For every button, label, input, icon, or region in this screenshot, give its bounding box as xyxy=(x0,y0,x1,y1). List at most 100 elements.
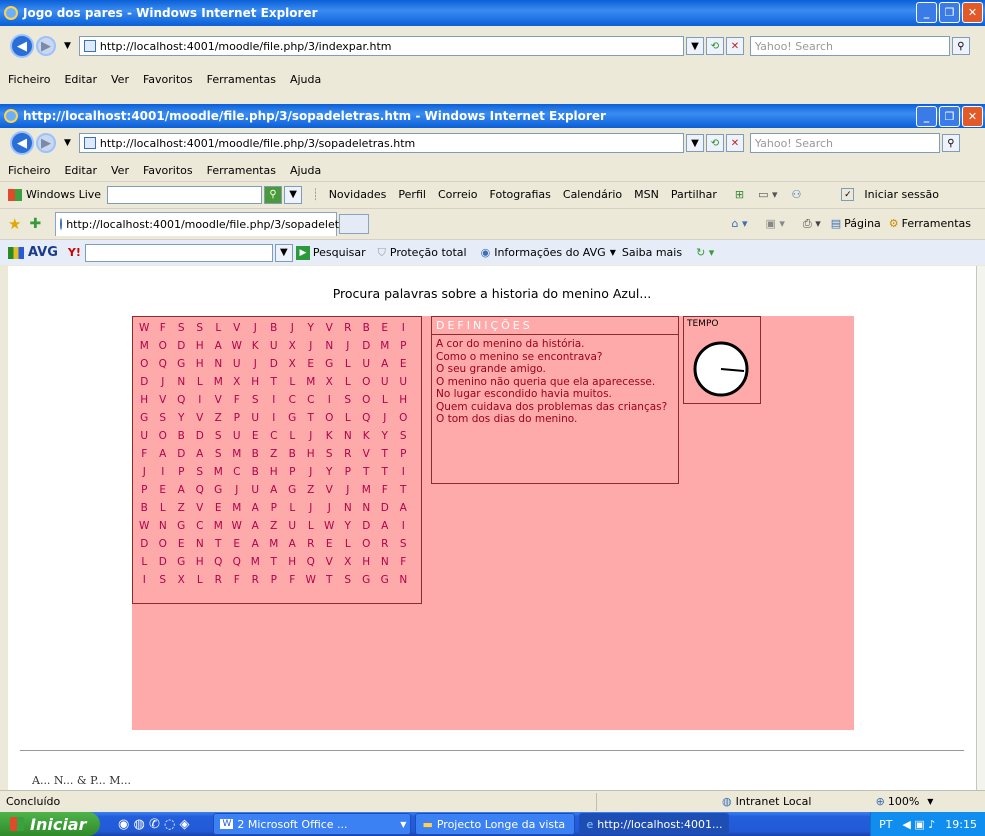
avg-search-input[interactable] xyxy=(84,243,273,262)
avg-info-link[interactable]: Informações do AVG xyxy=(494,246,605,259)
back-search-field[interactable]: Yahoo! Search xyxy=(749,36,950,56)
grid-letter[interactable]: H xyxy=(191,553,210,571)
back-menu-ver[interactable]: Ver xyxy=(111,73,129,86)
grid-letter[interactable]: G xyxy=(357,571,376,589)
live-link-calendario[interactable]: Calendário xyxy=(563,188,622,201)
tray-icons[interactable]: ◀ ▣ ♪ xyxy=(902,818,935,831)
grid-letter[interactable]: Q xyxy=(191,481,210,499)
grid-letter[interactable]: U xyxy=(228,355,247,373)
grid-letter[interactable]: R xyxy=(302,535,321,553)
grid-letter[interactable]: O xyxy=(357,373,376,391)
grid-letter[interactable]: B xyxy=(246,445,265,463)
menu-favoritos[interactable]: Favoritos xyxy=(143,164,193,177)
avg-search-button[interactable]: Pesquisar xyxy=(313,246,366,259)
grid-letter[interactable]: H xyxy=(302,445,321,463)
grid-letter[interactable]: B xyxy=(283,445,302,463)
grid-letter[interactable]: Y xyxy=(339,517,358,535)
grid-letter[interactable]: G xyxy=(172,517,191,535)
grid-letter[interactable]: I xyxy=(320,391,339,409)
grid-letter[interactable]: G xyxy=(283,481,302,499)
grid-letter[interactable]: U xyxy=(357,355,376,373)
grid-letter[interactable]: I xyxy=(265,409,284,427)
grid-letter[interactable]: W xyxy=(228,337,247,355)
grid-letter[interactable]: I xyxy=(394,319,413,337)
grid-letter[interactable]: T xyxy=(265,373,284,391)
grid-letter[interactable]: R xyxy=(376,535,395,553)
grid-letter[interactable]: L xyxy=(154,499,173,517)
front-search-field[interactable]: Yahoo! Search xyxy=(749,133,940,153)
grid-letter[interactable]: E xyxy=(320,535,339,553)
grid-letter[interactable]: H xyxy=(246,373,265,391)
task-word[interactable]: W 2 Microsoft Office ... ▼ xyxy=(213,813,412,835)
grid-letter[interactable]: T xyxy=(376,463,395,481)
grid-letter[interactable]: L xyxy=(283,427,302,445)
grid-letter[interactable]: U xyxy=(394,373,413,391)
back-arrow-icon[interactable]: ◀ xyxy=(10,131,34,155)
grid-letter[interactable]: B xyxy=(265,319,284,337)
back-window-titlebar[interactable]: Jogo dos pares - Windows Internet Explor… xyxy=(0,0,985,26)
grid-letter[interactable]: E xyxy=(302,355,321,373)
grid-letter[interactable]: O xyxy=(135,355,154,373)
grid-letter[interactable]: A xyxy=(265,481,284,499)
grid-letter[interactable]: D xyxy=(265,355,284,373)
grid-letter[interactable]: H xyxy=(135,391,154,409)
maximize-icon[interactable]: ❐ xyxy=(939,2,960,23)
grid-letter[interactable]: U xyxy=(246,409,265,427)
grid-letter[interactable]: Q xyxy=(302,553,321,571)
grid-letter[interactable]: G xyxy=(283,409,302,427)
grid-letter[interactable]: A xyxy=(209,337,228,355)
zoom-level[interactable]: 100% xyxy=(888,795,919,808)
grid-letter[interactable]: N xyxy=(394,571,413,589)
grid-letter[interactable]: O xyxy=(154,535,173,553)
menu-ver[interactable]: Ver xyxy=(111,164,129,177)
grid-letter[interactable]: J xyxy=(154,373,173,391)
grid-letter[interactable]: M xyxy=(209,517,228,535)
avg-extra-icon[interactable]: ↻ ▾ xyxy=(696,246,714,259)
grid-letter[interactable]: M xyxy=(265,535,284,553)
grid-letter[interactable]: R xyxy=(339,319,358,337)
grid-letter[interactable]: S xyxy=(320,445,339,463)
avg-label[interactable]: AVG xyxy=(28,245,58,260)
grid-letter[interactable]: N xyxy=(339,427,358,445)
vertical-scrollbar[interactable] xyxy=(976,266,985,790)
grid-letter[interactable]: M xyxy=(228,445,247,463)
grid-letter[interactable]: Q xyxy=(172,391,191,409)
share-icon[interactable]: ⊞ xyxy=(735,188,744,201)
grid-letter[interactable]: E xyxy=(376,319,395,337)
grid-letter[interactable]: A xyxy=(172,481,191,499)
grid-letter[interactable]: W xyxy=(320,517,339,535)
grid-letter[interactable]: L xyxy=(209,319,228,337)
grid-letter[interactable]: B xyxy=(246,463,265,481)
grid-letter[interactable]: N xyxy=(339,499,358,517)
maximize-icon[interactable]: ❐ xyxy=(939,106,960,127)
home-icon[interactable]: ⌂ ▾ xyxy=(731,217,747,230)
grid-letter[interactable]: H xyxy=(394,391,413,409)
grid-letter[interactable]: V xyxy=(191,499,210,517)
grid-letter[interactable]: Y xyxy=(320,463,339,481)
grid-letter[interactable]: X xyxy=(320,373,339,391)
grid-letter[interactable]: C xyxy=(283,391,302,409)
grid-letter[interactable]: G xyxy=(209,481,228,499)
grid-letter[interactable]: T xyxy=(376,445,395,463)
grid-letter[interactable]: Z xyxy=(265,445,284,463)
grid-letter[interactable]: S xyxy=(339,571,358,589)
close-icon[interactable]: ✕ xyxy=(962,2,983,23)
grid-letter[interactable]: I xyxy=(394,517,413,535)
grid-letter[interactable]: V xyxy=(320,481,339,499)
grid-letter[interactable]: M xyxy=(376,337,395,355)
grid-letter[interactable]: C xyxy=(265,427,284,445)
zoom-dropdown-icon[interactable]: ▼ xyxy=(927,797,933,806)
grid-letter[interactable]: E xyxy=(172,535,191,553)
back-menu-ferramentas[interactable]: Ferramentas xyxy=(207,73,276,86)
grid-letter[interactable]: G xyxy=(376,571,395,589)
grid-letter[interactable]: K xyxy=(320,427,339,445)
grid-letter[interactable]: Z xyxy=(302,481,321,499)
grid-letter[interactable]: S xyxy=(246,391,265,409)
grid-letter[interactable]: X xyxy=(228,373,247,391)
grid-letter[interactable]: W xyxy=(135,319,154,337)
grid-letter[interactable]: N xyxy=(357,499,376,517)
grid-letter[interactable]: W xyxy=(135,517,154,535)
stop-icon[interactable]: ✕ xyxy=(725,134,744,152)
grid-letter[interactable]: N xyxy=(209,355,228,373)
grid-letter[interactable]: G xyxy=(135,409,154,427)
